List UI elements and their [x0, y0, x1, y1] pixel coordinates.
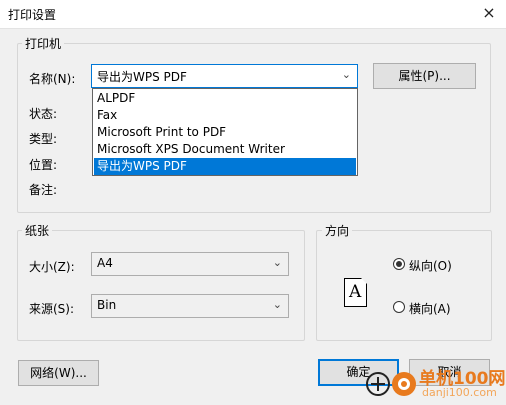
dropdown-item-ms-xps-writer[interactable]: Microsoft XPS Document Writer — [94, 141, 356, 158]
paper-source-value: Bin — [97, 298, 117, 312]
watermark-icon — [366, 372, 416, 396]
title-bar: 打印设置 × — [0, 0, 506, 29]
properties-button[interactable]: 属性(P)... — [373, 63, 476, 89]
paper-group — [17, 230, 305, 341]
network-button[interactable]: 网络(W)... — [18, 360, 99, 386]
landscape-label[interactable]: 横向(A) — [409, 300, 451, 317]
dropdown-item-ms-print-to-pdf[interactable]: Microsoft Print to PDF — [94, 124, 356, 141]
status-label: 状态: — [29, 107, 58, 121]
paper-size-select[interactable]: A4 ⌄ — [91, 252, 289, 276]
paper-group-label: 纸张 — [22, 222, 53, 239]
dropdown-item-alpdf[interactable]: ALPDF — [94, 90, 356, 107]
dropdown-item-wps-pdf[interactable]: 导出为WPS PDF — [94, 158, 356, 175]
watermark-logo: 单机100网 danji100.com — [364, 360, 506, 405]
chevron-down-icon: ⌄ — [272, 256, 282, 269]
type-label: 类型: — [29, 132, 58, 146]
page-orientation-icon: A — [344, 278, 367, 307]
portrait-radio[interactable] — [393, 258, 405, 270]
watermark-url: danji100.com — [422, 386, 497, 399]
location-label: 位置: — [29, 158, 58, 172]
page-letter: A — [349, 282, 362, 302]
window-title: 打印设置 — [8, 8, 57, 22]
portrait-label[interactable]: 纵向(O) — [409, 257, 452, 274]
orientation-group — [316, 230, 492, 341]
orientation-group-label: 方向 — [322, 222, 353, 239]
paper-size-value: A4 — [97, 256, 113, 270]
comment-label: 备注: — [29, 183, 58, 197]
printer-dropdown-list: ALPDF Fax Microsoft Print to PDF Microso… — [92, 88, 358, 176]
close-icon[interactable]: × — [472, 0, 506, 28]
paper-source-select[interactable]: Bin ⌄ — [91, 294, 289, 318]
source-label: 来源(S): — [29, 302, 75, 316]
chevron-down-icon: ⌄ — [272, 298, 282, 311]
printer-group-label: 打印机 — [22, 35, 65, 52]
radio-dot — [396, 261, 402, 267]
size-label: 大小(Z): — [29, 260, 75, 274]
printer-name-select[interactable]: 导出为WPS PDF ⌄ — [91, 64, 358, 88]
chevron-down-icon: ⌄ — [341, 68, 351, 81]
landscape-radio[interactable] — [393, 301, 405, 313]
printer-name-value: 导出为WPS PDF — [97, 70, 187, 84]
dropdown-item-fax[interactable]: Fax — [94, 107, 356, 124]
printer-name-label: 名称(N): — [29, 72, 76, 86]
